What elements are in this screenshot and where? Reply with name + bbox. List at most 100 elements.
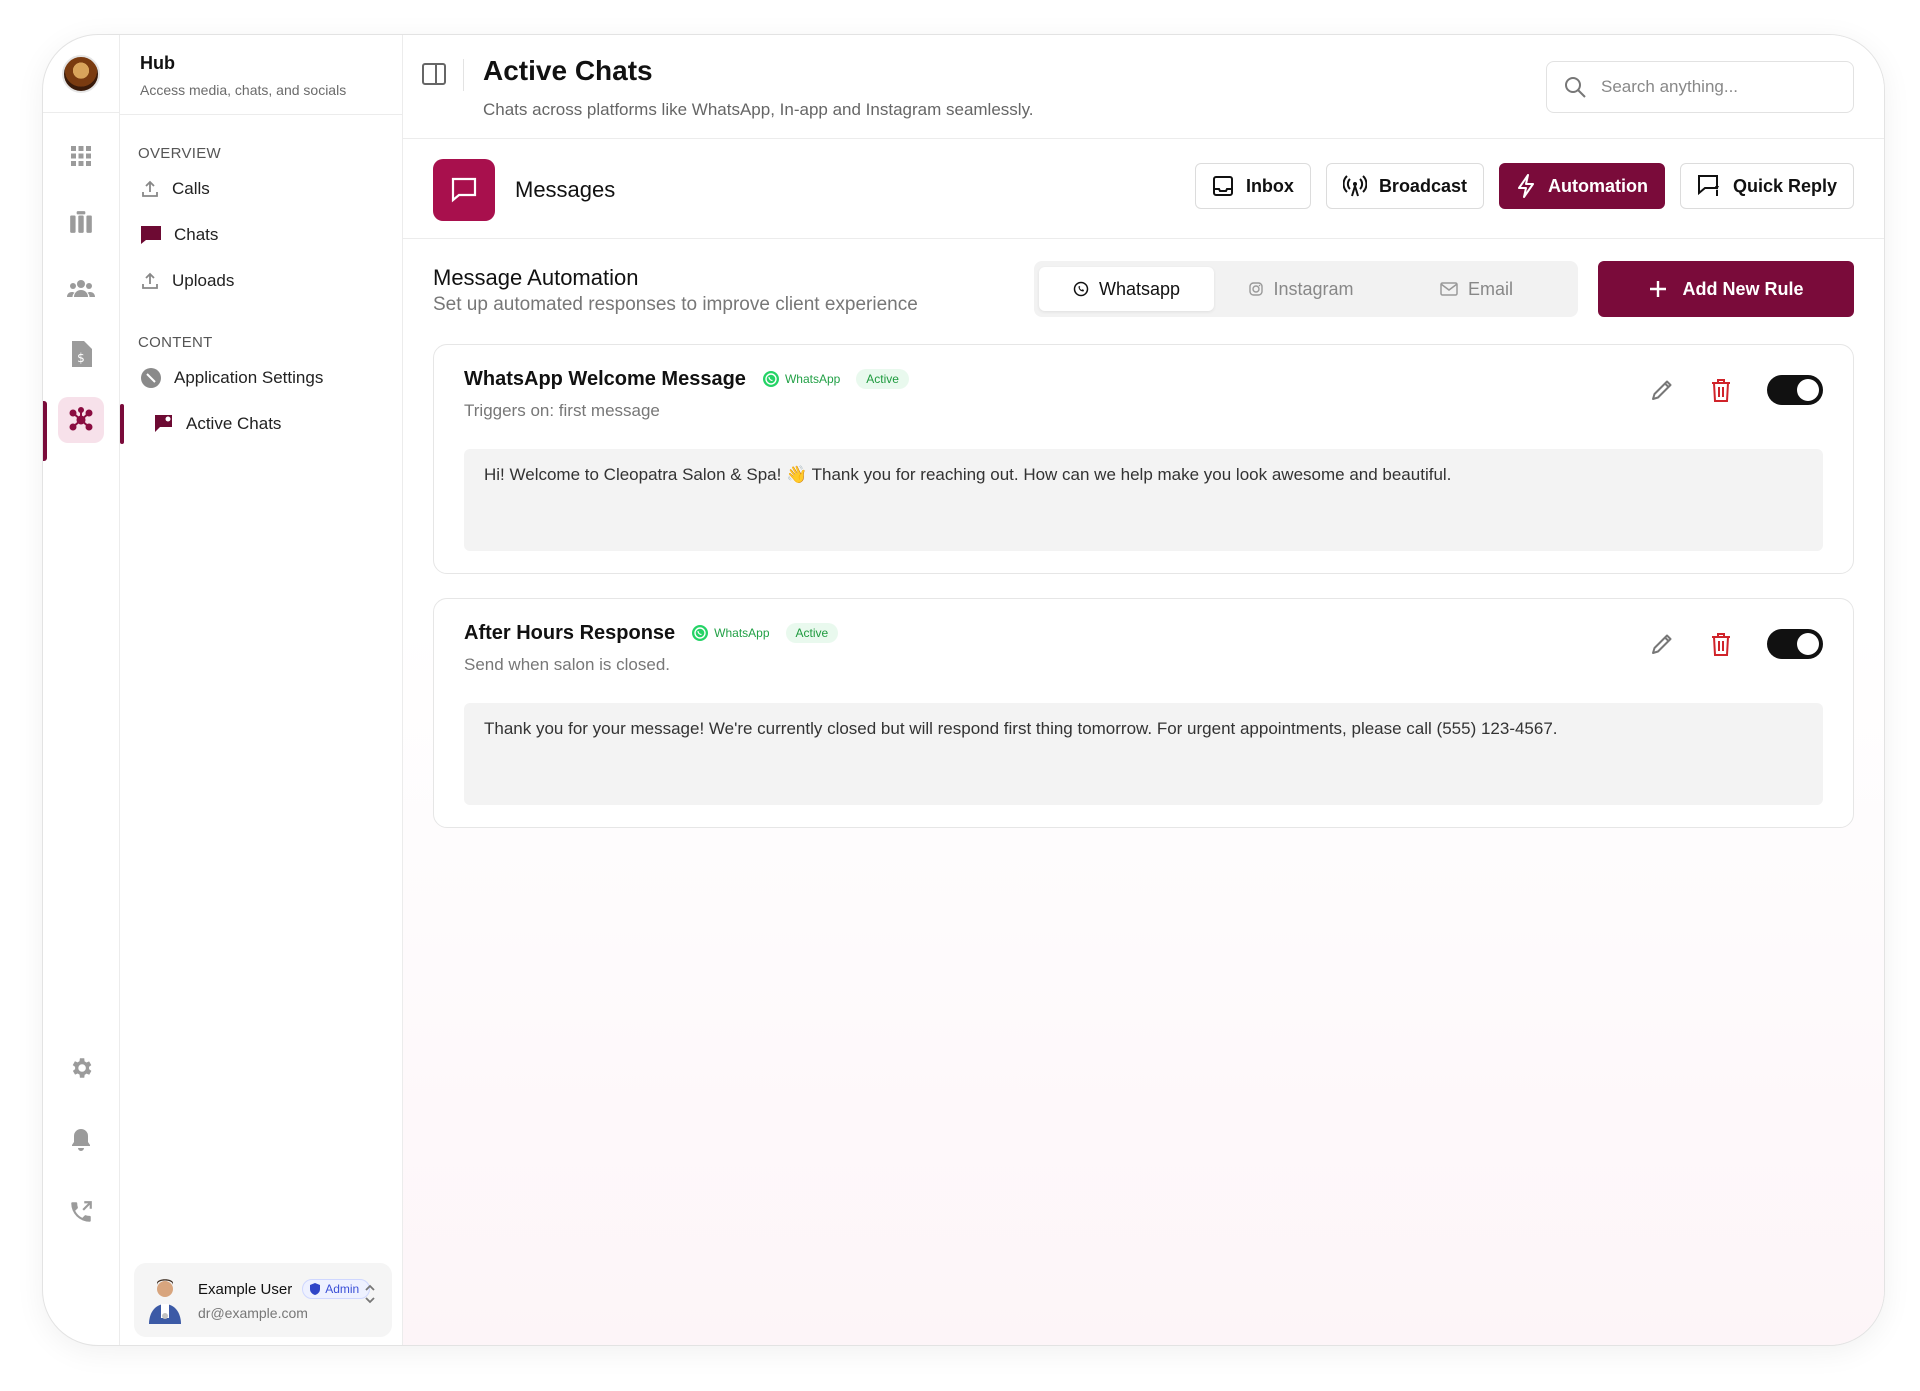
shield-icon — [310, 1283, 321, 1295]
search-icon — [1565, 77, 1586, 98]
rail-notifications[interactable] — [58, 1117, 104, 1163]
rail-clients[interactable] — [58, 265, 104, 311]
user-name: Example User — [198, 1280, 293, 1298]
instagram-icon — [1249, 282, 1264, 296]
automation-title: Message Automation — [433, 265, 639, 290]
rule-trigger: Send when salon is closed. — [464, 655, 671, 674]
edit-pencil-icon[interactable] — [1649, 377, 1675, 403]
delete-trash-icon[interactable] — [1709, 631, 1733, 657]
rule-card: WhatsApp Welcome Message WhatsApp Active… — [433, 344, 1854, 574]
quick-reply-icon — [1697, 175, 1719, 196]
inbox-icon — [1212, 176, 1233, 196]
search-input[interactable] — [1601, 77, 1831, 97]
role-badge: Admin — [302, 1279, 371, 1299]
main-content: Active Chats Chats across platforms like… — [403, 35, 1884, 1345]
rail-settings[interactable] — [58, 1045, 104, 1091]
user-email: dr@example.com — [198, 1305, 308, 1321]
icon-rail: $ — [43, 35, 120, 1345]
platform-tag: WhatsApp — [691, 624, 770, 642]
flag-chat-icon — [155, 415, 172, 432]
broadcast-icon — [1342, 175, 1367, 197]
plus-icon — [1650, 281, 1667, 297]
status-badge: Active — [856, 369, 909, 389]
sidebar-item-uploads[interactable]: Uploads — [120, 258, 402, 304]
sidebar-item-label: Application Settings — [174, 368, 324, 387]
upload-icon — [142, 272, 158, 289]
rule-message: Hi! Welcome to Cleopatra Salon & Spa! 👋 … — [464, 449, 1823, 551]
sidebar-item-label: Chats — [174, 225, 219, 244]
rule-enabled-toggle[interactable] — [1767, 629, 1823, 659]
settings-circle-icon — [141, 368, 161, 388]
messages-icon-tile — [433, 159, 495, 221]
bolt-icon — [1517, 174, 1534, 198]
rail-hub[interactable] — [58, 397, 104, 443]
brand-logo[interactable] — [62, 55, 100, 93]
sidebar-subtitle: Access media, chats, and socials — [140, 82, 347, 98]
automation-subtitle: Set up automated responses to improve cl… — [433, 294, 918, 315]
network-icon — [69, 407, 93, 431]
messages-title: Messages — [515, 177, 616, 202]
app-window: $ Hub Access media, chats, and socials O… — [42, 34, 1885, 1346]
sidebar-item-active-chats[interactable]: Active Chats — [120, 401, 402, 447]
whatsapp-icon — [762, 371, 779, 387]
broadcast-button[interactable]: Broadcast — [1325, 163, 1484, 209]
rule-list: WhatsApp Welcome Message WhatsApp Active… — [403, 344, 1884, 828]
sidebar-item-application-settings[interactable]: Application Settings — [120, 355, 402, 401]
rail-calls[interactable] — [58, 1189, 104, 1235]
avatar — [149, 1279, 181, 1324]
sidebar-header: Hub Access media, chats, and socials — [120, 35, 402, 115]
inbox-button[interactable]: Inbox — [1194, 163, 1311, 209]
svg-text:$: $ — [77, 351, 85, 365]
phone-forward-icon — [71, 1201, 92, 1222]
automation-section: Message Automation Set up automated resp… — [403, 239, 1884, 828]
edit-pencil-icon[interactable] — [1649, 631, 1675, 657]
chevron-up-icon — [365, 1284, 375, 1291]
page-title: Active Chats — [483, 55, 653, 86]
tab-whatsapp[interactable]: Whatsapp — [1039, 267, 1214, 311]
gear-icon — [72, 1058, 92, 1078]
rule-enabled-toggle[interactable] — [1767, 375, 1823, 405]
account-switcher-toggle[interactable] — [364, 1283, 376, 1305]
status-badge: Active — [785, 623, 839, 643]
grid-icon — [71, 146, 91, 166]
message-square-icon — [451, 177, 477, 203]
tab-instagram[interactable]: Instagram — [1214, 267, 1389, 311]
sidebar-item-calls[interactable]: Calls — [120, 166, 402, 212]
page-header: Active Chats Chats across platforms like… — [403, 35, 1884, 139]
sidebar-toggle-button[interactable] — [421, 61, 447, 92]
delete-trash-icon[interactable] — [1709, 377, 1733, 403]
rule-trigger: Triggers on: first message — [464, 401, 660, 420]
bell-icon — [72, 1129, 90, 1151]
panel-toggle-icon — [422, 63, 446, 85]
user-card[interactable]: Example User Admin dr@example.com — [134, 1263, 392, 1337]
quick-reply-button[interactable]: Quick Reply — [1679, 163, 1854, 209]
rule-title: After Hours Response — [464, 621, 676, 644]
sidebar-item-label: Calls — [172, 179, 210, 198]
rule-message: Thank you for your message! We're curren… — [464, 703, 1823, 805]
rail-billing[interactable]: $ — [58, 331, 104, 377]
briefcase-icon — [70, 211, 92, 233]
whatsapp-icon — [692, 625, 709, 641]
section-content: CONTENT — [138, 334, 213, 351]
chevron-down-icon — [365, 1297, 375, 1304]
sidebar-item-label: Uploads — [172, 271, 235, 290]
chat-bubble-icon — [141, 226, 161, 244]
upload-icon — [142, 180, 158, 197]
sidebar-item-label: Active Chats — [186, 414, 282, 433]
sidebar-title: Hub — [140, 53, 175, 73]
users-icon — [67, 280, 95, 297]
whatsapp-icon — [1073, 281, 1089, 297]
add-new-rule-button[interactable]: Add New Rule — [1598, 261, 1854, 317]
section-overview: OVERVIEW — [138, 145, 221, 162]
rail-services[interactable] — [58, 199, 104, 245]
sidebar-item-chats[interactable]: Chats — [120, 212, 402, 258]
sidebar: Hub Access media, chats, and socials OVE… — [120, 35, 403, 1345]
search-box[interactable] — [1546, 61, 1854, 113]
tab-email[interactable]: Email — [1389, 267, 1564, 311]
automation-button[interactable]: Automation — [1498, 163, 1665, 209]
rail-dashboard[interactable] — [58, 133, 104, 179]
mail-icon — [1440, 282, 1458, 296]
platform-tag: WhatsApp — [762, 370, 840, 388]
page-subtitle: Chats across platforms like WhatsApp, In… — [483, 100, 1034, 119]
messages-toolbar: Messages Inbox Broadcast Automation Quic… — [403, 139, 1884, 239]
